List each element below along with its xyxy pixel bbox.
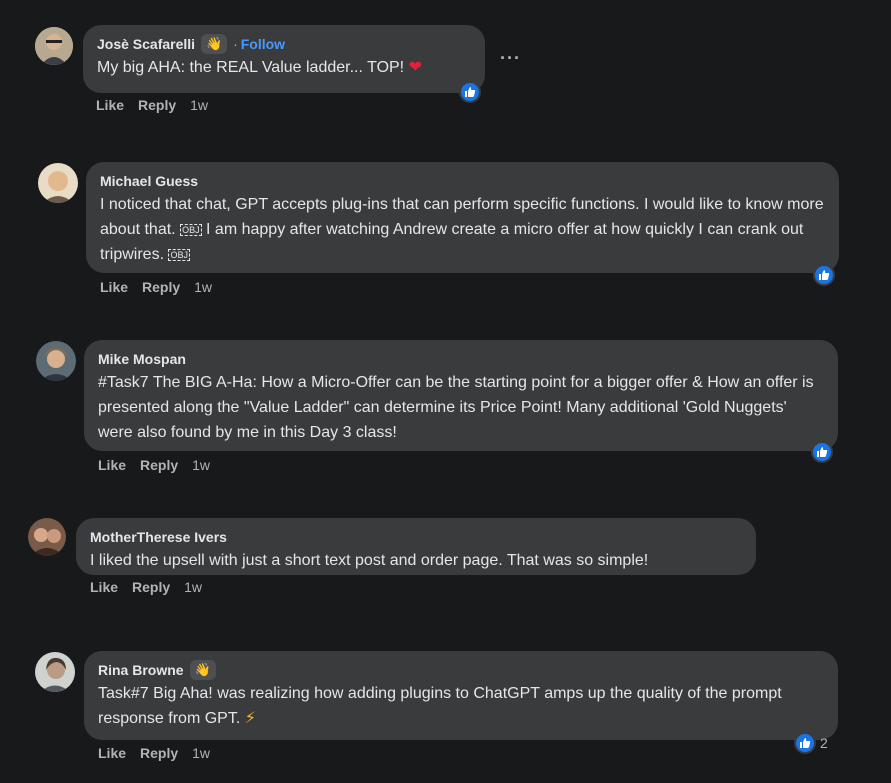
heart-icon: ❤ xyxy=(408,59,422,76)
like-reaction-icon[interactable] xyxy=(794,732,816,754)
comment-text: #Task7 The BIG A-Ha: How a Micro-Offer c… xyxy=(98,374,814,441)
like-reaction-icon[interactable] xyxy=(459,81,481,103)
comment-text: I liked the upsell with just a short tex… xyxy=(90,552,649,569)
like-button[interactable]: Like xyxy=(96,97,124,113)
avatar[interactable] xyxy=(38,163,78,203)
reply-button[interactable]: Reply xyxy=(132,579,170,595)
like-reaction-icon[interactable] xyxy=(811,441,833,463)
like-reaction-icon[interactable] xyxy=(813,264,835,286)
like-button[interactable]: Like xyxy=(98,457,126,473)
wave-icon: 👋 xyxy=(189,660,216,680)
comment-bubble: Josè Scafarelli 👋 · Follow My big AHA: th… xyxy=(83,25,485,93)
reply-button[interactable]: Reply xyxy=(138,97,176,113)
reply-button[interactable]: Reply xyxy=(140,457,178,473)
reaction-count[interactable]: 2 xyxy=(820,735,828,751)
object-glyph-icon: OBJ xyxy=(180,223,202,236)
comment-text: My big AHA: the REAL Value ladder... TOP… xyxy=(97,59,405,76)
like-button[interactable]: Like xyxy=(100,279,128,295)
avatar[interactable] xyxy=(35,27,73,65)
avatar[interactable] xyxy=(28,518,66,556)
comment-bubble: Michael Guess I noticed that chat, GPT a… xyxy=(86,162,839,273)
reply-button[interactable]: Reply xyxy=(140,745,178,761)
timestamp[interactable]: 1w xyxy=(192,457,210,473)
avatar[interactable] xyxy=(35,652,75,692)
timestamp[interactable]: 1w xyxy=(194,279,212,295)
timestamp[interactable]: 1w xyxy=(184,579,202,595)
author-name[interactable]: Michael Guess xyxy=(100,173,198,189)
author-name[interactable]: Mike Mospan xyxy=(98,351,186,367)
like-button[interactable]: Like xyxy=(98,745,126,761)
comment-bubble: Rina Browne 👋 Task#7 Big Aha! was realiz… xyxy=(84,651,838,740)
wave-icon: 👋 xyxy=(201,34,228,54)
reply-button[interactable]: Reply xyxy=(142,279,180,295)
like-button[interactable]: Like xyxy=(90,579,118,595)
follow-separator: · xyxy=(233,36,238,52)
timestamp[interactable]: 1w xyxy=(192,745,210,761)
follow-button[interactable]: Follow xyxy=(241,36,285,52)
comment-text-continued: I am happy after watching Andrew create … xyxy=(100,221,804,263)
author-name[interactable]: Josè Scafarelli xyxy=(97,36,195,52)
author-name[interactable]: Rina Browne xyxy=(98,662,184,678)
avatar[interactable] xyxy=(36,341,76,381)
object-glyph-icon: OBJ xyxy=(168,248,190,261)
comment-bubble: Mike Mospan #Task7 The BIG A-Ha: How a M… xyxy=(84,340,838,451)
lightning-icon: ⚡ xyxy=(244,710,256,727)
timestamp[interactable]: 1w xyxy=(190,97,208,113)
comment-text: Task#7 Big Aha! was realizing how adding… xyxy=(98,685,782,727)
author-name[interactable]: MotherTherese Ivers xyxy=(90,529,227,545)
more-options-icon[interactable]: ··· xyxy=(500,48,521,69)
comment-bubble: MotherTherese Ivers I liked the upsell w… xyxy=(76,518,756,575)
